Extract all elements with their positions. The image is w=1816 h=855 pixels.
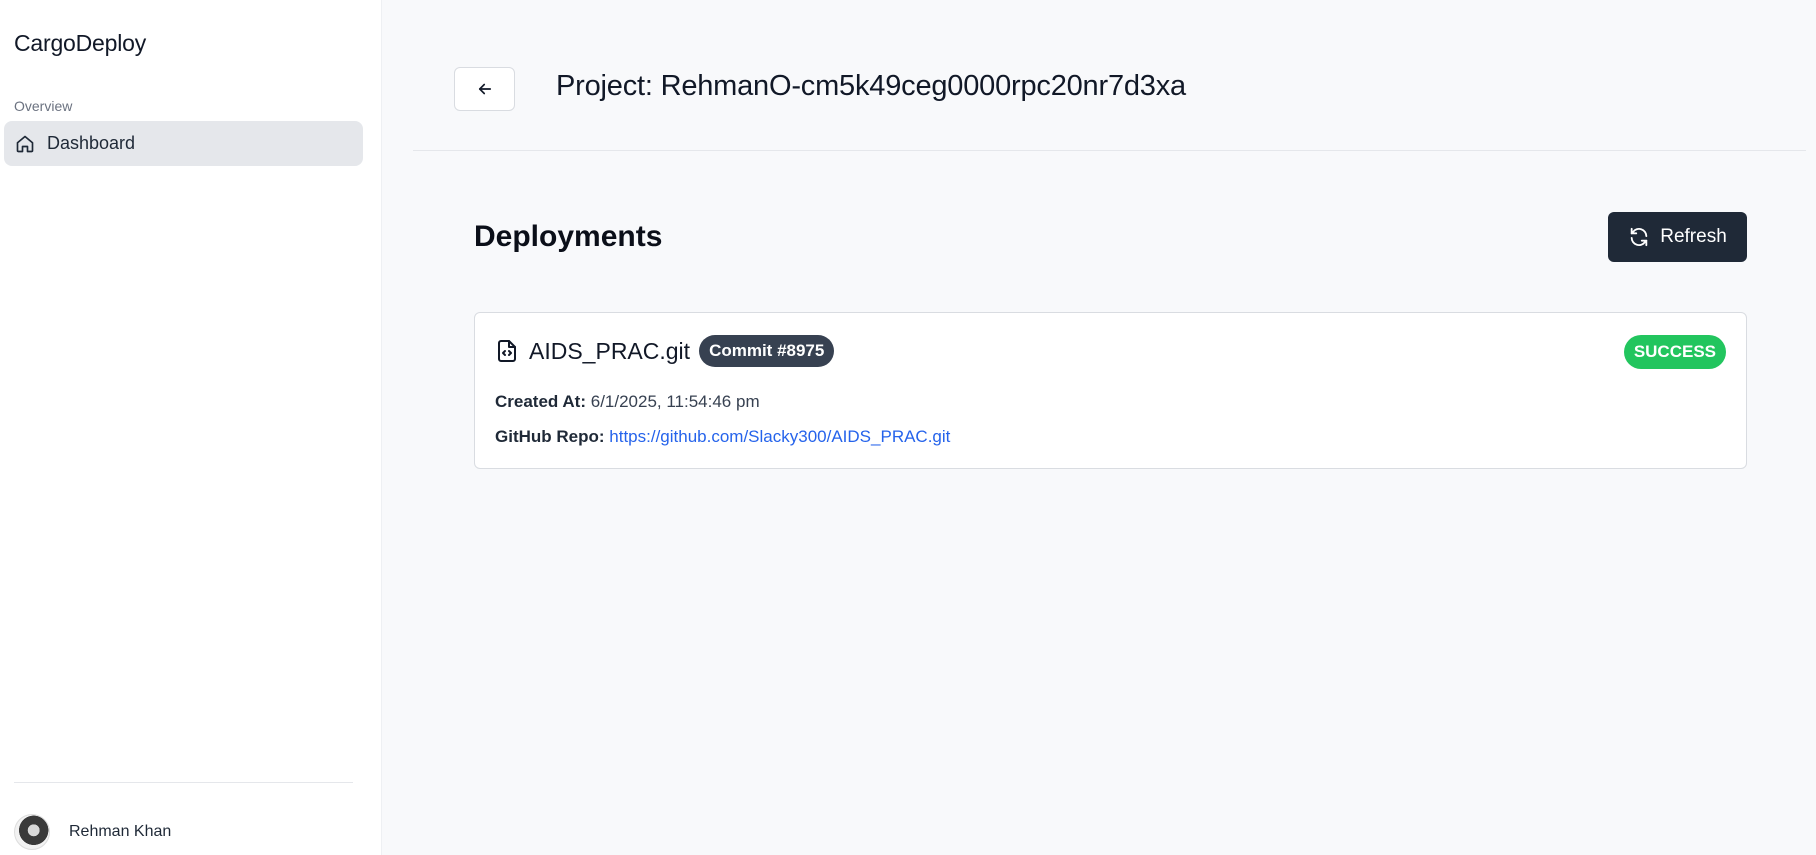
created-at-label: Created At:	[495, 392, 586, 411]
back-button[interactable]	[454, 67, 515, 111]
github-repo-link[interactable]: https://github.com/Slacky300/AIDS_PRAC.g…	[609, 427, 950, 446]
github-repo-label: GitHub Repo:	[495, 427, 605, 446]
refresh-icon	[1630, 227, 1648, 247]
sidebar-item-dashboard[interactable]: Dashboard	[4, 121, 363, 166]
file-code-icon	[498, 340, 516, 362]
arrow-left-icon	[478, 83, 491, 95]
home-icon	[16, 135, 34, 152]
avatar	[14, 814, 50, 850]
app-root: CargoDeploy Overview Dashboard Rehman Kh…	[0, 0, 1816, 855]
brand-name[interactable]: CargoDeploy	[14, 30, 146, 57]
deployments-title: Deployments	[474, 220, 663, 253]
sidebar-section-overview: Overview	[14, 98, 73, 114]
deployment-repo-name: AIDS_PRAC.git	[529, 337, 691, 364]
sidebar-item-label: Dashboard	[47, 133, 136, 153]
github-repo-row: GitHub Repo: https://github.com/Slacky30…	[495, 427, 950, 447]
commit-badge: Commit #8975	[699, 335, 835, 367]
created-at-value: 6/1/2025, 11:54:46 pm	[590, 392, 760, 411]
deployment-card[interactable]: AIDS_PRAC.git Commit #8975 SUCCESS Creat…	[474, 312, 1747, 469]
created-at-row: Created At: 6/1/2025, 11:54:46 pm	[495, 392, 760, 412]
page-title: Project: RehmanO-cm5k49ceg0000rpc20nr7d3…	[556, 70, 1186, 102]
header-divider	[413, 150, 1806, 151]
sidebar-divider	[14, 782, 353, 783]
user-name: Rehman Khan	[69, 823, 172, 840]
status-badge: SUCCESS	[1623, 335, 1726, 369]
sidebar: CargoDeploy Overview Dashboard Rehman Kh…	[0, 0, 382, 855]
deployment-header: AIDS_PRAC.git Commit #8975	[495, 335, 835, 367]
refresh-button[interactable]: Refresh	[1608, 212, 1747, 262]
main-content: Project: RehmanO-cm5k49ceg0000rpc20nr7d3…	[382, 0, 1816, 855]
refresh-label: Refresh	[1660, 226, 1727, 247]
user-profile[interactable]: Rehman Khan	[14, 814, 171, 850]
